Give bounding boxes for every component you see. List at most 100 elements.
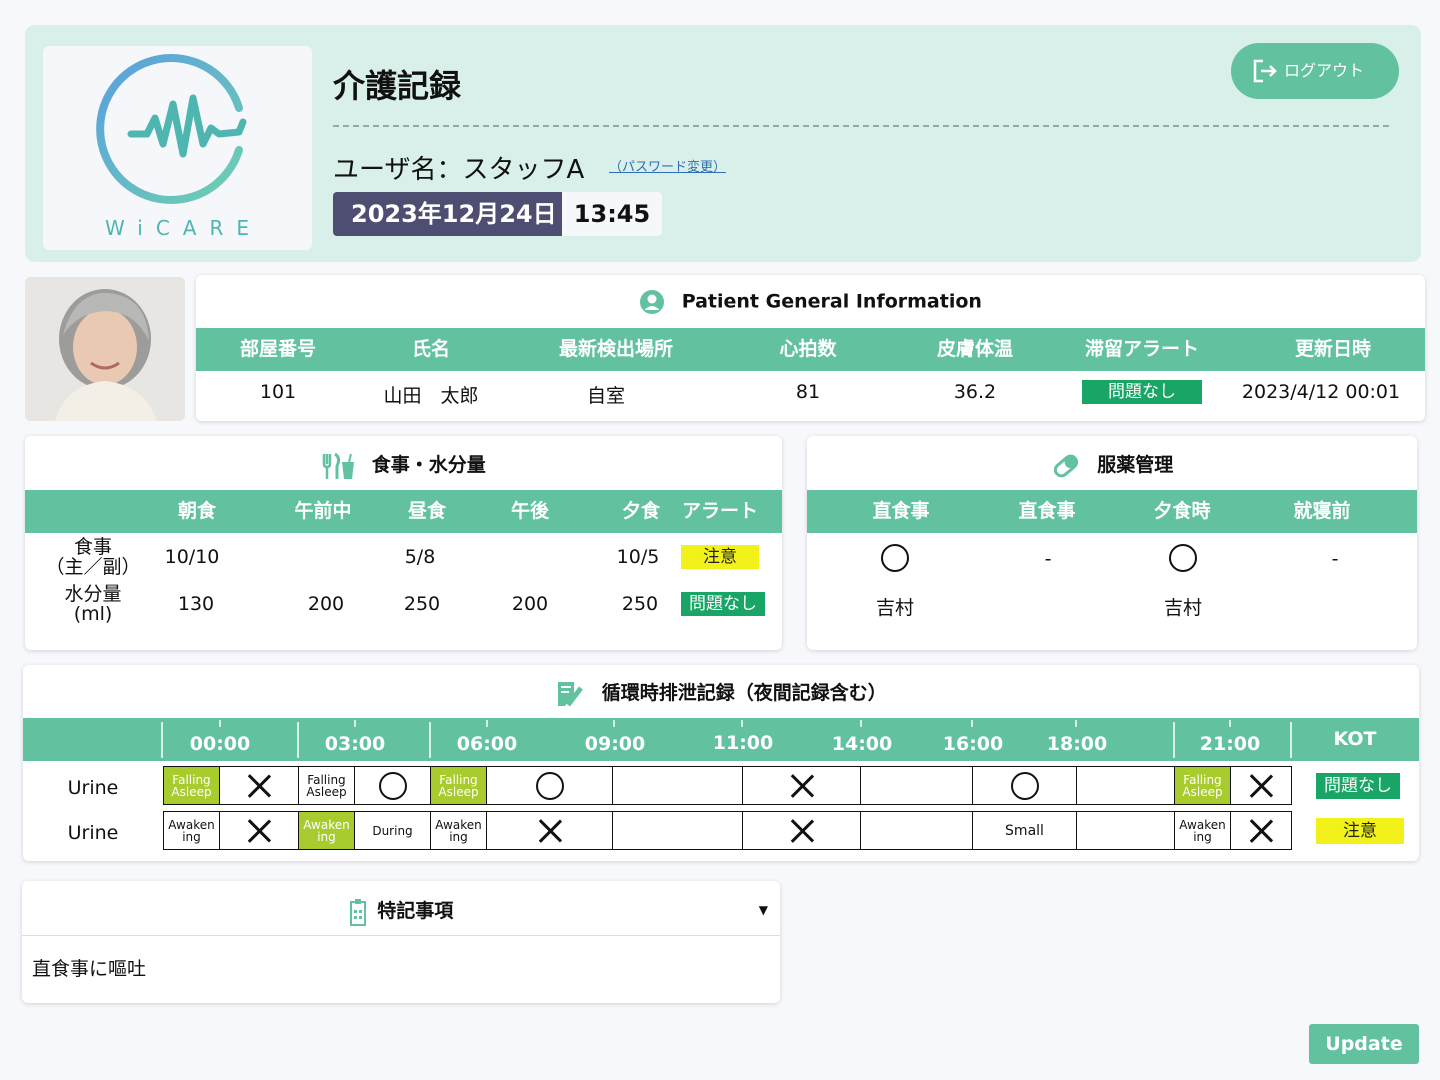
excretion-title: 循環時排泄記録（夜間記録含む） [23, 678, 1419, 709]
cell-text: Asleep [306, 784, 347, 799]
excretion-cell[interactable] [486, 811, 613, 850]
time-0000: 00:00 [189, 733, 251, 755]
col-lunch: 昼食 [407, 500, 446, 522]
circle-icon [1169, 544, 1197, 572]
user-icon [640, 290, 665, 314]
notes-body[interactable]: 直食事に嘔吐 [32, 954, 146, 981]
excretion-cell[interactable] [742, 811, 861, 850]
water-alert: 問題なし [681, 592, 765, 616]
falling-asleep-cell[interactable]: Falling Asleep [430, 766, 487, 805]
change-password-link[interactable]: （パスワード変更） [609, 156, 726, 175]
col-location: 最新検出場所 [558, 338, 673, 360]
meal-row-label: 食事 （主／副） [39, 537, 147, 577]
col-stay-alert: 滞留アラート [1084, 338, 1199, 360]
falling-asleep-cell[interactable]: Falling Asleep [163, 766, 220, 805]
cell-text: Awaken [1179, 817, 1226, 832]
water-row-label: 水分量 (ml) [39, 584, 147, 624]
during-cell[interactable]: During [354, 811, 431, 850]
notes-card: 特記事項 ▼ 直食事に嘔吐 [22, 881, 780, 1003]
excretion-label: 循環時排泄記録（夜間記録含む） [601, 682, 887, 704]
excretion-cell[interactable] [742, 766, 861, 805]
excretion-cell[interactable] [860, 811, 973, 850]
excretion-cell[interactable] [972, 766, 1077, 805]
excretion-header: 00:00 03:00 06:00 09:00 11:00 14:00 16:0… [23, 718, 1419, 761]
col-name: 氏名 [411, 338, 450, 360]
excretion-cell[interactable] [1076, 811, 1175, 850]
logout-label: ログアウト [1284, 61, 1365, 80]
time-0900: 09:00 [584, 733, 646, 755]
meal-lunch: 5/8 [404, 546, 436, 568]
time-2100: 21:00 [1199, 733, 1261, 755]
cell-text: Falling [439, 772, 478, 787]
water-morning: 200 [307, 593, 345, 615]
col-before-meal-2: 直食事 [1018, 500, 1076, 522]
col-dinner: 夕食 [621, 500, 660, 522]
circle-icon [378, 771, 407, 800]
update-button[interactable]: Update [1309, 1024, 1419, 1064]
status-badge: 問題なし [1316, 773, 1400, 799]
excretion-cell[interactable] [1076, 766, 1175, 805]
cell-text: Asleep [1182, 784, 1223, 799]
excretion-cell[interactable] [219, 766, 299, 805]
excretion-cell[interactable] [860, 766, 973, 805]
current-date: 2023年12月24日 [333, 192, 575, 236]
col-before-meal-1: 直食事 [872, 500, 930, 522]
col-heart-rate: 心拍数 [779, 338, 837, 360]
time-0300: 03:00 [324, 733, 386, 755]
med-dash-2: - [1331, 548, 1339, 570]
updated-at: 2023/4/12 00:01 [1241, 381, 1401, 403]
water-dinner: 250 [621, 593, 659, 615]
patient-info-label: Patient General Information [681, 290, 982, 313]
circle-icon [881, 544, 909, 572]
col-dinner-time: 夕食時 [1153, 500, 1211, 522]
row2-kot: 注意 [1316, 818, 1404, 844]
cell-text: Asleep [438, 784, 479, 799]
falling-asleep-cell[interactable]: Falling Asleep [298, 766, 355, 805]
meal-title: 食事・水分量 [25, 450, 782, 480]
water-lunch: 250 [403, 593, 441, 615]
room-number: 101 [259, 381, 297, 403]
excretion-cell[interactable] [612, 811, 743, 850]
excretion-cell[interactable] [612, 766, 743, 805]
excretion-cell[interactable] [1230, 766, 1292, 805]
excretion-cell[interactable] [219, 811, 299, 850]
divider [333, 125, 1389, 127]
awakening-cell[interactable]: Awaken ing [430, 811, 487, 850]
cell-text: ing [449, 829, 468, 844]
awakening-cell[interactable]: Awaken ing [298, 811, 355, 850]
patient-info-title: Patient General Information [196, 289, 1425, 315]
meal-icon [322, 452, 355, 479]
falling-asleep-cell[interactable]: Falling Asleep [1174, 766, 1231, 805]
status-badge: 注意 [681, 545, 759, 569]
circle-icon [1010, 771, 1039, 800]
meal-row-label-b: （主／副） [45, 556, 141, 578]
col-updated: 更新日時 [1294, 338, 1371, 360]
cell-text: ing [1193, 829, 1212, 844]
logout-button[interactable]: ログアウト [1231, 43, 1399, 99]
col-room: 部屋番号 [239, 338, 316, 360]
latest-location: 自室 [586, 385, 625, 407]
cross-icon [789, 773, 815, 799]
med-staff-2: 吉村 [1163, 597, 1202, 619]
small-cell[interactable]: Small [972, 811, 1077, 850]
cell-text: ing [182, 829, 201, 844]
page-title: 介護記録 [333, 67, 462, 105]
time-0600: 06:00 [456, 733, 518, 755]
excretion-cell[interactable] [354, 766, 431, 805]
water-afternoon: 200 [511, 593, 549, 615]
meal-alert: 注意 [681, 545, 759, 569]
cell-text: Asleep [171, 784, 212, 799]
meal-header: 朝食 午前中 昼食 午後 夕食 アラート [25, 490, 782, 533]
current-time: 13:45 [562, 192, 662, 236]
col-skin-temp: 皮膚体温 [936, 338, 1013, 360]
awakening-cell[interactable]: Awaken ing [163, 811, 220, 850]
heart-rate: 81 [795, 381, 821, 403]
cross-icon [246, 773, 272, 799]
med-taken-2 [1169, 544, 1197, 577]
excretion-cell[interactable] [486, 766, 613, 805]
med-dash-1: - [1044, 548, 1052, 570]
awakening-cell[interactable]: Awaken ing [1174, 811, 1231, 850]
record-icon [558, 681, 584, 707]
excretion-cell[interactable] [1230, 811, 1292, 850]
notes-toggle[interactable]: ▼ [759, 903, 768, 917]
